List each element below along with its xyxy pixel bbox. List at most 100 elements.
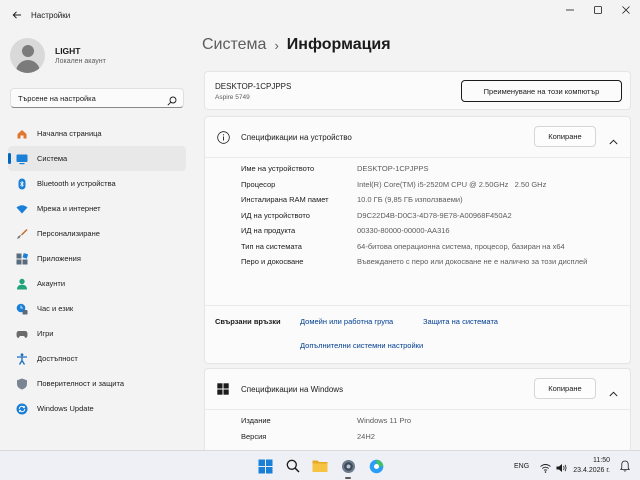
divider — [205, 409, 630, 410]
update-icon — [16, 403, 28, 415]
spec-row: Версия 24H2 — [241, 431, 621, 442]
sidebar-item-windows-update[interactable]: Windows Update — [8, 396, 186, 421]
sidebar-item-gaming[interactable]: Игри — [8, 321, 186, 346]
taskbar: ENG 11:50 23.4.2026 г. — [0, 450, 640, 480]
notification-bell-icon[interactable] — [620, 459, 630, 477]
sidebar-item-home[interactable]: Начална страница — [8, 121, 186, 146]
search-icon[interactable] — [167, 93, 177, 111]
language-indicator[interactable]: ENG — [514, 463, 529, 470]
sidebar-item-time-language[interactable]: Час и език — [8, 296, 186, 321]
spec-row: Име на устройството DESKTOP-1CPJPPS — [241, 163, 621, 174]
wifi-icon[interactable] — [540, 460, 551, 478]
windows-logo-icon — [216, 382, 230, 396]
chevron-up-icon[interactable] — [609, 384, 618, 402]
domain-workgroup-link[interactable]: Домейн или работна група — [300, 317, 393, 326]
device-specs-card: Спецификации на устройство Копиране Име … — [204, 116, 631, 364]
spec-key: Инсталирана RAM памет — [241, 195, 329, 204]
settings-search-box[interactable] — [10, 88, 184, 108]
system-protection-link[interactable]: Защита на системата — [423, 317, 498, 326]
sidebar-item-system[interactable]: Система — [8, 146, 186, 171]
sidebar-item-label: Игри — [37, 329, 54, 338]
taskbar-settings[interactable] — [338, 456, 358, 479]
spec-value: D9C22D4B-D0C3-4D78-9E78-A00968F450A2 — [357, 210, 512, 220]
spec-value: 64-битова операционна система, процесор,… — [357, 241, 565, 251]
avatar — [10, 37, 45, 73]
accessibility-icon — [16, 352, 28, 365]
maximize-icon — [594, 6, 602, 14]
user-profile[interactable]: LIGHT Локален акаунт — [10, 36, 106, 74]
wifi-icon — [16, 203, 28, 215]
sidebar-item-accounts[interactable]: Акаунти — [8, 271, 186, 296]
sidebar-item-privacy[interactable]: Поверителност и защита — [8, 371, 186, 396]
sidebar-item-label: Поверителност и защита — [37, 379, 124, 388]
spec-row: Инсталирана RAM памет 10.0 ГБ (9,85 ГБ и… — [241, 194, 621, 205]
sidebar-item-apps[interactable]: Приложения — [8, 246, 186, 271]
device-spec-list: Име на устройството DESKTOP-1CPJPPS Проц… — [241, 163, 621, 272]
taskbar-search-button[interactable] — [283, 456, 303, 476]
close-button[interactable] — [612, 0, 640, 20]
taskbar-file-explorer[interactable] — [310, 456, 330, 476]
copy-windows-specs-button[interactable]: Копиране — [534, 378, 596, 399]
device-summary-card: DESKTOP-1CPJPPS Aspire 5749 Преименуване… — [204, 71, 631, 110]
volume-icon[interactable] — [556, 460, 567, 478]
sidebar-item-personalization[interactable]: Персонализиране — [8, 221, 186, 246]
breadcrumb-separator: › — [274, 37, 279, 53]
taskbar-clock[interactable]: 11:50 23.4.2026 г. — [573, 456, 610, 476]
sidebar-item-network[interactable]: Мрежа и интернет — [8, 196, 186, 221]
spec-row: ИД на продукта 00330-80000-00000-AA316 — [241, 225, 621, 236]
spec-key: ИД на устройството — [241, 210, 310, 220]
minimize-icon — [566, 9, 574, 11]
start-button[interactable] — [255, 456, 275, 476]
windows-spec-list: Издание Windows 11 Pro Версия 24H2 — [241, 415, 621, 446]
maximize-button[interactable] — [584, 0, 612, 20]
windows-start-icon — [258, 459, 272, 473]
windows-specs-header[interactable]: Спецификации на Windows Копиране — [205, 369, 630, 409]
sidebar-item-label: Система — [37, 154, 68, 163]
device-name: DESKTOP-1CPJPPS — [215, 82, 292, 91]
related-links-label: Свързани връзки — [215, 317, 281, 326]
taskbar-browser[interactable] — [366, 456, 386, 476]
spec-key: Тип на системата — [241, 241, 302, 251]
chevron-up-icon[interactable] — [609, 132, 618, 150]
windows-specs-title: Спецификации на Windows — [241, 384, 344, 394]
window-title: Настройки — [31, 10, 71, 20]
device-model: Aspire 5749 — [215, 94, 250, 101]
spec-key: Перо и докосване — [241, 257, 304, 266]
spec-key: Име на устройството — [241, 164, 315, 173]
divider — [205, 157, 630, 158]
title-bar: Настройки — [0, 0, 640, 30]
sidebar-item-label: Достъпност — [37, 354, 78, 363]
search-icon — [286, 459, 300, 473]
spec-value: Intel(R) Core(TM) i5-2520M CPU @ 2.50GHz… — [357, 179, 547, 189]
back-arrow-icon[interactable] — [10, 8, 24, 22]
spec-key: Версия — [241, 431, 267, 441]
sidebar-item-accessibility[interactable]: Достъпност — [8, 346, 186, 371]
device-specs-title: Спецификации на устройство — [241, 132, 352, 142]
spec-value: 00330-80000-00000-AA316 — [357, 226, 450, 235]
spec-value: 24H2 — [357, 431, 375, 441]
rename-pc-button[interactable]: Преименуване на този компютър — [461, 80, 622, 102]
device-specs-header[interactable]: Спецификации на устройство Копиране — [205, 117, 630, 157]
spec-key: Издание — [241, 416, 271, 425]
search-input[interactable] — [18, 93, 166, 103]
sidebar-item-label: Приложения — [37, 254, 81, 263]
sidebar-item-label: Час и език — [37, 304, 74, 313]
advanced-system-settings-link[interactable]: Допълнителни системни настройки — [300, 341, 423, 350]
sidebar-item-label: Bluetooth и устройства — [37, 179, 116, 188]
spec-value: DESKTOP-1CPJPPS — [357, 164, 429, 173]
sidebar-item-label: Мрежа и интернет — [37, 204, 101, 213]
copy-device-specs-button[interactable]: Копиране — [534, 126, 596, 147]
breadcrumb: Система › Информация — [202, 36, 391, 54]
spec-key: Процесор — [241, 179, 276, 189]
sidebar-item-label: Персонализиране — [37, 229, 100, 238]
spec-row: Тип на системата 64-битова операционна с… — [241, 241, 621, 252]
user-name: LIGHT — [55, 45, 81, 56]
clock-time: 11:50 — [593, 457, 610, 464]
sidebar-item-bluetooth[interactable]: Bluetooth и устройства — [8, 171, 186, 196]
breadcrumb-parent[interactable]: Система — [202, 36, 266, 54]
system-icon — [16, 153, 28, 165]
shield-icon — [16, 378, 28, 390]
gear-icon — [341, 459, 355, 473]
minimize-button[interactable] — [556, 0, 584, 20]
spec-value: Windows 11 Pro — [357, 416, 412, 425]
